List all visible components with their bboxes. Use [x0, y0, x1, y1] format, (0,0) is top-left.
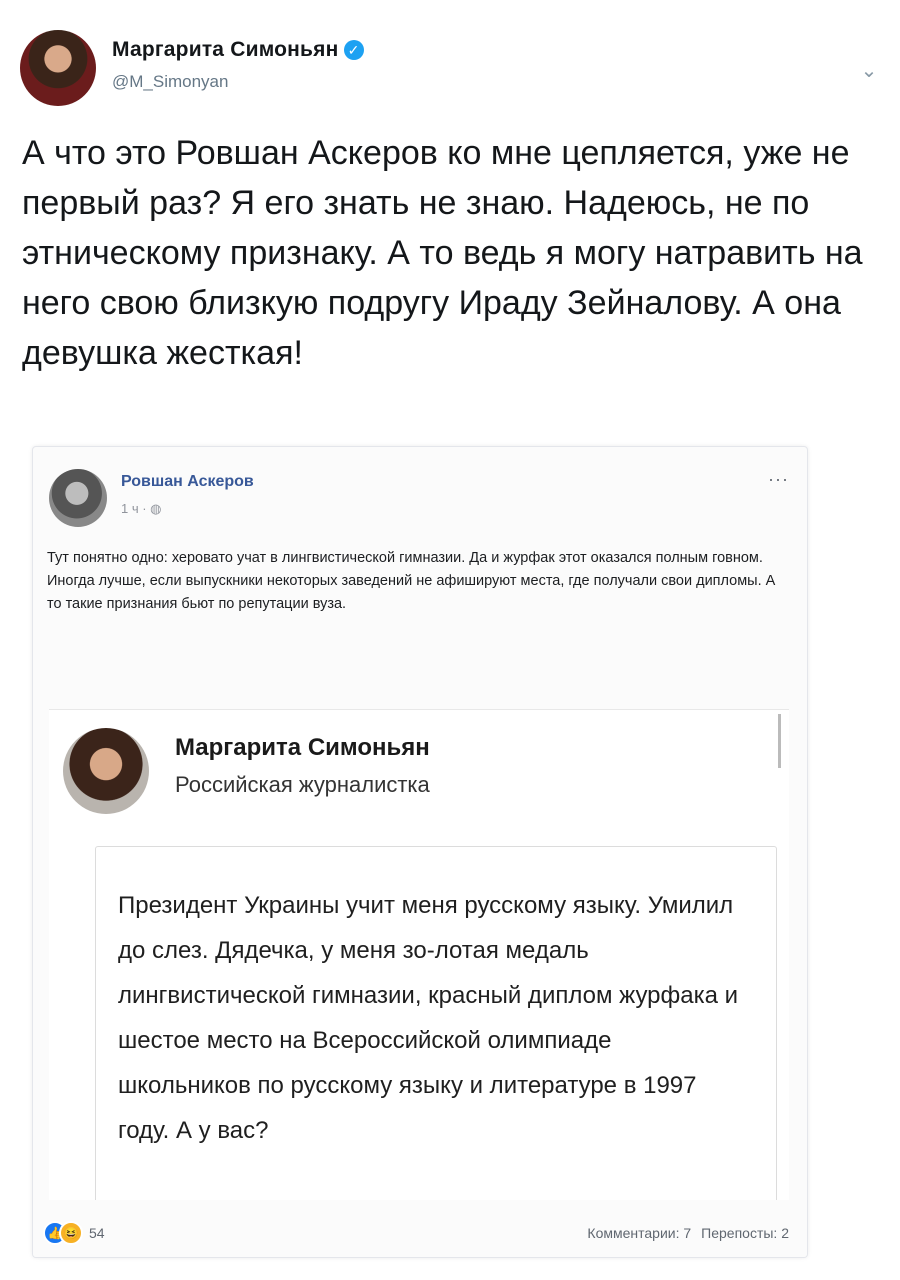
fb-post-stats: Комментарии: 7 Перепосты: 2 [577, 1225, 789, 1241]
shares-count: Перепосты: 2 [701, 1225, 789, 1241]
haha-reaction-icon: 😆 [59, 1221, 83, 1245]
globe-icon: ◍ [150, 501, 162, 516]
comments-count: Комментарии: 7 [587, 1225, 692, 1241]
embedded-image[interactable]: Ровшан Аскеров 1 ч · ◍ ··· Тут понятно о… [32, 446, 808, 1258]
card-name: Маргарита Симоньян [175, 734, 430, 761]
fb-author-name: Ровшан Аскеров [121, 473, 254, 490]
fb-post-paragraph: Тут понятно одно: херовато учат в лингви… [47, 550, 763, 566]
author-name[interactable]: Маргарита Симоньян [112, 38, 339, 61]
tweet-header: Маргарита Симоньян ✓ @M_Simonyan ⌄ [20, 28, 880, 110]
quote-text: Президент Украины учит меня русскому язы… [118, 892, 739, 1144]
fb-post-meta: 1 ч · ◍ [121, 501, 162, 517]
verified-badge-icon: ✓ [343, 40, 364, 60]
author-avatar[interactable] [20, 30, 96, 106]
card-subtitle: Российская журналистка [175, 772, 430, 797]
fb-post-paragraph: Иногда лучше, если выпускники некоторых … [47, 573, 776, 612]
tweet-text: А что это Ровшан Аскеров ко мне цепляетс… [22, 134, 863, 372]
fb-post-time: 1 ч · [121, 501, 151, 516]
quote-box: Президент Украины учит меня русскому язы… [95, 846, 777, 1200]
reaction-count: 54 [89, 1225, 105, 1241]
scrollbar [778, 714, 781, 768]
fb-post-header: Ровшан Аскеров 1 ч · ◍ ··· [47, 467, 795, 527]
more-options-icon: ··· [768, 469, 789, 489]
author-handle[interactable]: @M_Simonyan [112, 72, 364, 92]
shared-card: Маргарита Симоньян Российская журналистк… [49, 709, 789, 1200]
reactions: 👍😆 54 [43, 1221, 105, 1245]
author-block: Маргарита Симоньян ✓ @M_Simonyan [112, 38, 364, 92]
fb-author-avatar [49, 469, 107, 527]
card-avatar [63, 728, 149, 814]
fb-post-body: Тут понятно одно: херовато учат в лингви… [47, 547, 777, 616]
chevron-down-icon[interactable]: ⌄ [858, 60, 880, 82]
fb-post-footer: 👍😆 54 Комментарии: 7 Перепосты: 2 [33, 1209, 807, 1257]
